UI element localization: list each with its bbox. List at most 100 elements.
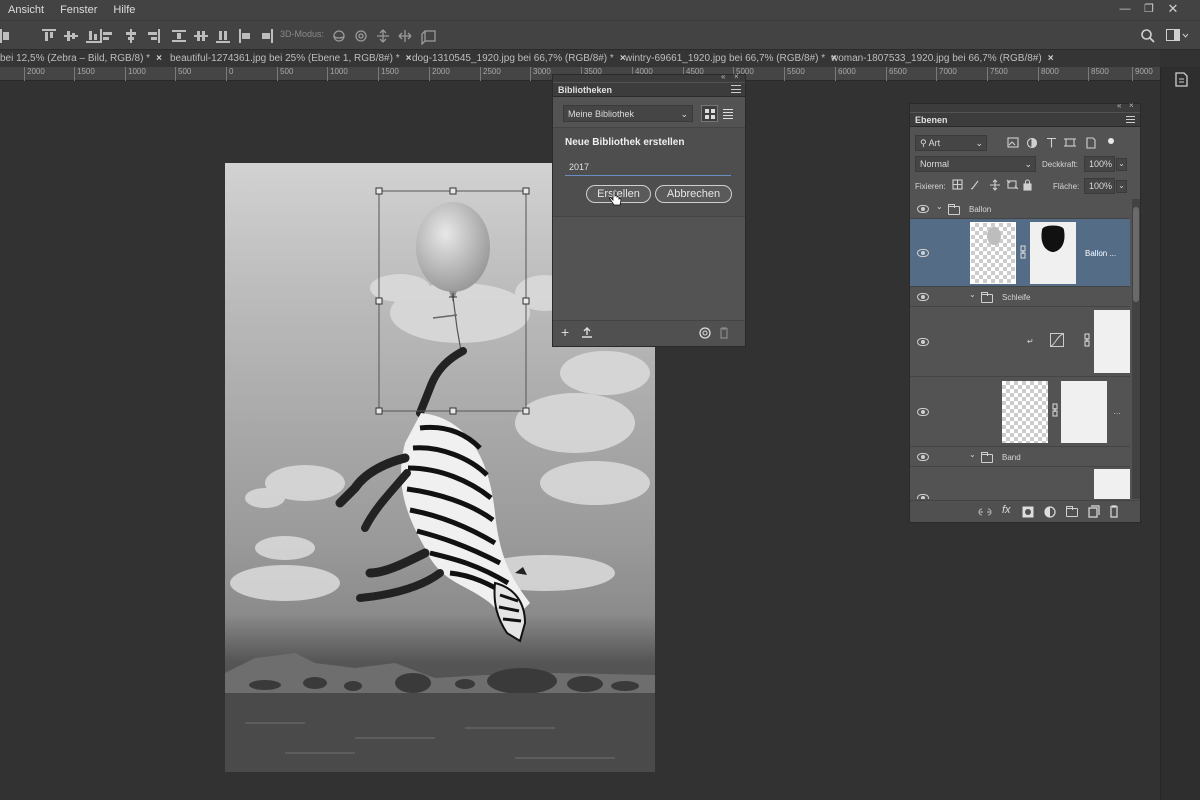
link-chain-icon[interactable] xyxy=(1051,403,1059,417)
layer-group-schleife[interactable]: ⌄ Schleife xyxy=(910,287,1130,307)
layer-ballon-selected[interactable]: Ballon ... xyxy=(910,219,1130,287)
curves-adjustment-icon[interactable] xyxy=(1050,333,1064,347)
lock-icons[interactable] xyxy=(952,179,1034,192)
trash-icon[interactable] xyxy=(719,327,729,339)
tab-close-icon[interactable]: × xyxy=(156,53,162,64)
ruler-label: 1500 xyxy=(378,67,399,81)
tab-zebra[interactable]: bei 12,5% (Zebra – Bild, RGB/8) * × xyxy=(0,50,162,67)
options-bar: 3D-Modus: xyxy=(0,20,1200,50)
ruler-label: 2000 xyxy=(24,67,45,81)
layer-thumbnail[interactable] xyxy=(970,222,1016,284)
close-window-icon[interactable]: ✕ xyxy=(1166,2,1180,16)
distribute-left-icon[interactable] xyxy=(238,29,252,43)
align-left-edges-icon[interactable] xyxy=(100,29,114,43)
layer-pixel[interactable]: … xyxy=(910,377,1130,447)
distribute-vertical-centers-icon[interactable] xyxy=(194,29,208,43)
panel-close-icon[interactable]: × xyxy=(1129,101,1134,110)
fx-icon[interactable]: fx xyxy=(1002,504,1011,516)
align-vertical-centers-icon[interactable] xyxy=(64,29,78,43)
link-chain-icon[interactable] xyxy=(1019,245,1027,259)
list-view-icon[interactable] xyxy=(723,109,733,119)
search-icon: ⚲ xyxy=(920,138,929,148)
link-layers-icon[interactable] xyxy=(978,506,992,518)
visibility-eye-icon[interactable] xyxy=(917,293,929,301)
add-content-icon[interactable]: + xyxy=(561,324,569,340)
distribute-top-icon[interactable] xyxy=(172,29,186,43)
layer-list[interactable]: ⌄ Ballon Ballon ... ⌄ Schleife ↵ … ⌄ Ban… xyxy=(910,199,1132,499)
blend-mode-select[interactable]: Normal ⌄ xyxy=(915,156,1036,172)
panel-title-strip: « × xyxy=(553,72,745,82)
ruler-label: 8500 xyxy=(1088,67,1109,81)
layer-list-scrollbar[interactable] xyxy=(1132,199,1140,499)
visibility-eye-icon[interactable] xyxy=(917,338,929,346)
align-right-edges-icon[interactable] xyxy=(146,29,160,43)
distribute-bottom-icon[interactable] xyxy=(216,29,230,43)
layers-tab[interactable]: Ebenen xyxy=(910,113,1140,127)
layer-mask-thumbnail[interactable] xyxy=(1061,381,1107,443)
panel-menu-icon[interactable] xyxy=(1126,116,1135,123)
chevron-down-icon[interactable]: ⌄ xyxy=(936,202,943,211)
menu-hilfe[interactable]: Hilfe xyxy=(105,0,143,20)
visibility-eye-icon[interactable] xyxy=(917,249,929,257)
opacity-value[interactable]: 100% xyxy=(1084,156,1115,172)
visibility-eye-icon[interactable] xyxy=(917,205,929,213)
visibility-eye-icon[interactable] xyxy=(917,453,929,461)
menu-fenster[interactable]: Fenster xyxy=(52,0,105,20)
chevron-down-icon: ⌄ xyxy=(680,109,688,119)
collapse-icon[interactable]: « xyxy=(721,72,725,81)
tab-dog[interactable]: dog-1310545_1920.jpg bei 66,7% (RGB/8#) … xyxy=(412,50,626,67)
restore-icon[interactable]: ❐ xyxy=(1142,2,1156,16)
align-top-edges-icon[interactable] xyxy=(42,29,56,43)
cancel-button[interactable]: Abbrechen xyxy=(655,185,732,203)
chevron-down-icon[interactable]: ⌄ xyxy=(969,290,976,299)
layer-mask-thumbnail[interactable] xyxy=(1030,222,1076,284)
layer-group-ballon[interactable]: ⌄ Ballon xyxy=(910,199,1130,219)
align-bottom-edges-icon[interactable] xyxy=(86,29,100,43)
visibility-eye-icon[interactable] xyxy=(917,494,929,499)
fill-slider-chevron-icon[interactable]: ⌄ xyxy=(1116,180,1127,193)
align-horizontal-centers-icon[interactable] xyxy=(124,29,138,43)
add-mask-icon[interactable] xyxy=(1022,506,1034,518)
right-panel-dock xyxy=(1160,67,1200,800)
tab-wintry[interactable]: wintry-69661_1920.jpg bei 66,7% (RGB/8#)… xyxy=(625,50,837,67)
lock-label: Fixieren: xyxy=(915,182,946,191)
layer-mask-thumbnail[interactable] xyxy=(1094,469,1130,499)
link-chain-icon[interactable] xyxy=(1083,333,1091,347)
distribute-right-icon[interactable] xyxy=(260,29,274,43)
adjustment-layer-icon[interactable] xyxy=(1044,506,1056,518)
creative-cloud-icon[interactable] xyxy=(698,327,712,339)
layer-mask-thumbnail[interactable] xyxy=(1094,310,1130,373)
align-left-icon[interactable] xyxy=(0,29,14,43)
layer-adjustment[interactable]: ↵ xyxy=(910,307,1130,377)
library-name-input[interactable]: 2017 xyxy=(565,158,731,176)
upload-icon[interactable] xyxy=(581,327,593,339)
trash-icon[interactable] xyxy=(1109,505,1119,518)
tab-woman[interactable]: woman-1807533_1920.jpg bei 66,7% (RGB/8#… xyxy=(831,50,1054,67)
fill-value[interactable]: 100% xyxy=(1084,178,1115,194)
library-select[interactable]: Meine Bibliothek ⌄ xyxy=(563,105,693,122)
layer-group-band[interactable]: ⌄ Band xyxy=(910,447,1130,467)
panel-menu-icon[interactable] xyxy=(731,85,741,93)
panel-close-icon[interactable]: × xyxy=(734,72,739,81)
chevron-down-icon[interactable]: ⌄ xyxy=(969,450,976,459)
tab-beautiful[interactable]: beautiful-1274361.jpg bei 25% (Ebene 1, … xyxy=(170,50,411,67)
new-group-folder-icon[interactable] xyxy=(1066,506,1078,517)
minimize-icon[interactable]: — xyxy=(1118,2,1132,16)
menu-ansicht[interactable]: Ansicht xyxy=(0,0,52,20)
libraries-tab[interactable]: Bibliotheken xyxy=(553,83,745,97)
new-layer-icon[interactable] xyxy=(1088,505,1100,518)
visibility-eye-icon[interactable] xyxy=(917,408,929,416)
collapse-icon[interactable]: « xyxy=(1117,101,1121,110)
layer-partial[interactable] xyxy=(910,467,1130,499)
tab-close-icon[interactable]: × xyxy=(406,53,412,64)
workspace-switcher-icon[interactable] xyxy=(1166,29,1188,43)
search-icon[interactable] xyxy=(1140,28,1156,44)
grid-view-icon[interactable] xyxy=(701,105,718,122)
libraries-panel-icon[interactable] xyxy=(1173,71,1191,89)
layer-thumbnail[interactable] xyxy=(1002,381,1048,443)
layer-filter-kind[interactable]: ⚲ Art ⌄ xyxy=(915,135,987,151)
opacity-slider-chevron-icon[interactable]: ⌄ xyxy=(1116,158,1127,171)
tab-close-icon[interactable]: × xyxy=(1048,53,1054,64)
scrollbar-thumb[interactable] xyxy=(1133,207,1139,302)
layer-filter-icons[interactable] xyxy=(1007,137,1117,149)
